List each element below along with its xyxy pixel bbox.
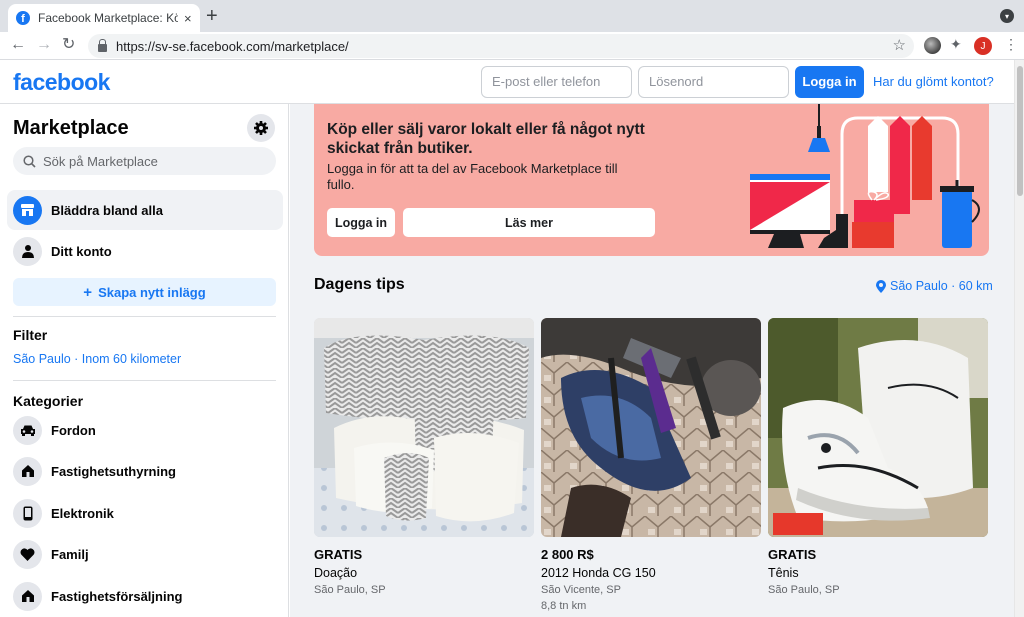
categories-heading: Kategorier — [13, 393, 84, 409]
facebook-logo[interactable]: facebook — [13, 69, 110, 96]
sidebar-divider — [13, 316, 276, 317]
page-scrollbar[interactable] — [1014, 60, 1024, 617]
forgot-account-link[interactable]: Har du glömt kontot? — [873, 74, 994, 89]
listing-image[interactable] — [768, 318, 988, 537]
header-login-button[interactable]: Logga in — [795, 66, 864, 98]
browser-tabstrip: f Facebook Marketplace: Köp och sälj × +… — [0, 0, 1024, 32]
category-family[interactable]: Familj — [7, 534, 283, 574]
menu-kebab-icon[interactable]: ⋮ — [1004, 36, 1018, 53]
shopping-illustration — [750, 104, 980, 248]
sidebar-item-your-account[interactable]: Ditt konto — [7, 231, 283, 271]
heart-icon — [13, 539, 42, 569]
new-tab-button[interactable]: + — [206, 5, 218, 27]
person-icon — [13, 236, 42, 266]
profile-avatar[interactable]: J — [974, 37, 992, 55]
facebook-favicon-icon: f — [16, 11, 30, 25]
listing-image[interactable] — [541, 318, 761, 537]
location-filter-link[interactable]: São Paulo · Inom 60 kilometer — [13, 352, 181, 366]
listing-card[interactable]: GRATIS Tênis São Paulo, SP — [768, 318, 988, 596]
listing-title: Doação — [314, 566, 358, 580]
banner-headline: Köp eller sälj varor lokalt eller få någ… — [327, 121, 645, 157]
listing-card[interactable]: GRATIS Doação São Paulo, SP — [314, 318, 534, 596]
sidebar-item-browse-all[interactable]: Bläddra bland alla — [7, 190, 283, 230]
forward-icon[interactable]: → — [36, 35, 52, 55]
sidebar-item-label: Ditt konto — [51, 243, 112, 259]
bookmark-star-icon[interactable]: ☆ — [893, 36, 906, 54]
marketplace-main: Köp eller sälj varor lokalt eller få någ… — [290, 104, 1014, 617]
lock-icon[interactable] — [98, 38, 107, 52]
car-icon — [13, 415, 42, 445]
tab-close-icon[interactable]: × — [184, 11, 192, 26]
email-field[interactable]: E-post eller telefon — [481, 66, 632, 98]
category-label: Elektronik — [51, 505, 114, 521]
plus-icon: + — [83, 283, 93, 301]
create-listing-label: Skapa nytt inlägg — [98, 284, 206, 300]
scrollbar-thumb[interactable] — [1017, 66, 1023, 196]
learn-more-button[interactable]: Läs mer — [403, 208, 655, 237]
extension-icon[interactable] — [924, 37, 941, 54]
sidebar-item-label: Bläddra bland alla — [51, 202, 163, 218]
marketplace-search-input[interactable]: Sök på Marketplace — [13, 147, 276, 175]
storefront-icon — [13, 195, 42, 225]
category-label: Fastighetsuthyrning — [51, 463, 176, 479]
tab-search-icon[interactable]: ▾ — [1000, 9, 1014, 23]
browser-toolbar: ← → ↻ https://sv-se.facebook.com/marketp… — [0, 32, 1024, 60]
address-bar[interactable]: https://sv-se.facebook.com/marketplace/ … — [88, 34, 914, 58]
tab-title: Facebook Marketplace: Köp och sälj — [38, 11, 178, 25]
category-property-rentals[interactable]: Fastighetsuthyrning — [7, 451, 283, 491]
search-placeholder: Sök på Marketplace — [43, 153, 158, 169]
todays-picks-heading: Dagens tips — [314, 276, 405, 293]
location-selector[interactable]: São Paulo · 60 km — [876, 279, 993, 293]
create-listing-button[interactable]: + Skapa nytt inlägg — [13, 278, 276, 306]
marketplace-sidebar: Marketplace Sök på Marketplace Bläddra b… — [0, 104, 289, 617]
password-field[interactable]: Lösenord — [638, 66, 789, 98]
location-pin-icon — [876, 279, 886, 293]
listing-card[interactable]: 2 800 R$ 2012 Honda CG 150 São Vicente, … — [541, 318, 761, 612]
location-text: São Paulo · 60 km — [890, 279, 993, 293]
phone-icon — [13, 498, 42, 528]
banner-subtext: Logga in för att ta del av Facebook Mark… — [327, 161, 618, 192]
url-text[interactable]: https://sv-se.facebook.com/marketplace/ — [116, 39, 349, 54]
category-label: Fordon — [51, 422, 96, 438]
filter-heading: Filter — [13, 327, 48, 343]
category-label: Fastighetsförsäljning — [51, 588, 183, 604]
listing-location: São Paulo, SP — [314, 584, 386, 596]
listing-location: São Paulo, SP — [768, 584, 840, 596]
listing-distance: 8,8 tn km — [541, 600, 587, 612]
house-icon — [13, 581, 42, 611]
category-property-sales[interactable]: Fastighetsförsäljning — [7, 576, 283, 616]
listing-price: GRATIS — [768, 547, 817, 562]
house-icon — [13, 456, 42, 486]
back-icon[interactable]: ← — [10, 35, 26, 55]
facebook-header: facebook E-post eller telefon Lösenord L… — [0, 60, 1014, 104]
listing-title: 2012 Honda CG 150 — [541, 566, 656, 580]
sidebar-divider — [13, 380, 276, 381]
browser-tab[interactable]: f Facebook Marketplace: Köp och sälj × — [8, 4, 200, 32]
category-label: Familj — [51, 546, 89, 562]
search-icon — [23, 154, 36, 168]
sidebar-title: Marketplace — [13, 117, 129, 139]
listing-image[interactable] — [314, 318, 534, 537]
banner-login-button[interactable]: Logga in — [327, 208, 395, 237]
puzzle-icon[interactable]: ✦ — [950, 36, 962, 53]
category-electronics[interactable]: Elektronik — [7, 493, 283, 533]
listing-price: 2 800 R$ — [541, 547, 594, 562]
category-vehicles[interactable]: Fordon — [7, 410, 283, 450]
promo-banner: Köp eller sälj varor lokalt eller få någ… — [314, 104, 989, 256]
listing-price: GRATIS — [314, 547, 363, 562]
settings-gear-icon[interactable] — [247, 114, 275, 142]
reload-icon[interactable]: ↻ — [62, 35, 75, 55]
listing-location: São Vicente, SP — [541, 584, 621, 596]
listing-title: Tênis — [768, 566, 799, 580]
